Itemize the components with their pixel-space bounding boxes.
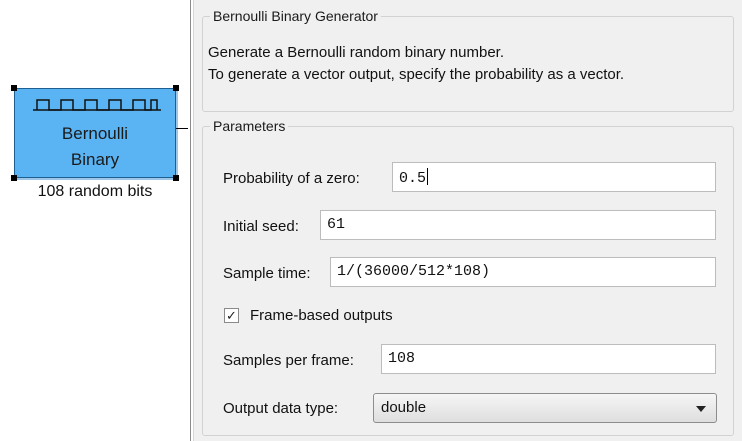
text-caret (427, 168, 429, 185)
frame-based-outputs-label[interactable]: Frame-based outputs (250, 307, 393, 324)
block-title-line1: Bernoulli (61, 124, 129, 143)
initial-seed-field[interactable]: 61 (320, 210, 716, 240)
sample-time-value: 1/(36000/512*108) (337, 263, 491, 280)
resize-handle-bottom-left[interactable] (11, 175, 17, 181)
chevron-down-icon[interactable] (696, 406, 706, 412)
output-data-type-select[interactable]: double (373, 393, 717, 423)
block-caption[interactable]: 108 random bits (0, 183, 190, 201)
frame-based-outputs-checkbox[interactable]: ✓ (224, 308, 239, 323)
resize-handle-bottom-right[interactable] (173, 175, 179, 181)
samples-per-frame-value: 108 (388, 350, 416, 367)
description-group-title: Bernoulli Binary Generator (213, 8, 378, 24)
description-line-2: To generate a vector output, specify the… (208, 66, 625, 83)
probability-zero-field[interactable]: 0.5 (392, 162, 716, 192)
bernoulli-binary-block[interactable]: Bernoulli Binary (11, 85, 179, 181)
block-title: Bernoulli Binary (15, 121, 175, 173)
samples-per-frame-field[interactable]: 108 (381, 344, 716, 374)
model-canvas: Bernoulli Binary 108 random bits (0, 0, 190, 441)
probability-zero-label: Probability of a zero: (223, 170, 360, 187)
description-line-1: Generate a Bernoulli random binary numbe… (208, 44, 505, 61)
resize-handle-top-left[interactable] (11, 85, 17, 91)
pane-divider[interactable] (190, 0, 191, 441)
output-port-line (176, 128, 188, 129)
resize-handle-top-right[interactable] (173, 85, 179, 91)
samples-per-frame-label: Samples per frame: (223, 352, 354, 369)
initial-seed-label: Initial seed: (223, 218, 299, 235)
square-wave-icon (33, 99, 161, 111)
probability-zero-value: 0.5 (399, 170, 427, 187)
output-data-type-label: Output data type: (223, 400, 339, 417)
check-icon: ✓ (226, 308, 237, 323)
initial-seed-value: 61 (327, 216, 346, 233)
parameters-group-title: Parameters (213, 118, 286, 134)
output-data-type-value: double (381, 399, 427, 416)
block-title-line2: Binary (70, 150, 120, 169)
sample-time-label: Sample time: (223, 265, 311, 282)
sample-time-field[interactable]: 1/(36000/512*108) (330, 257, 716, 287)
